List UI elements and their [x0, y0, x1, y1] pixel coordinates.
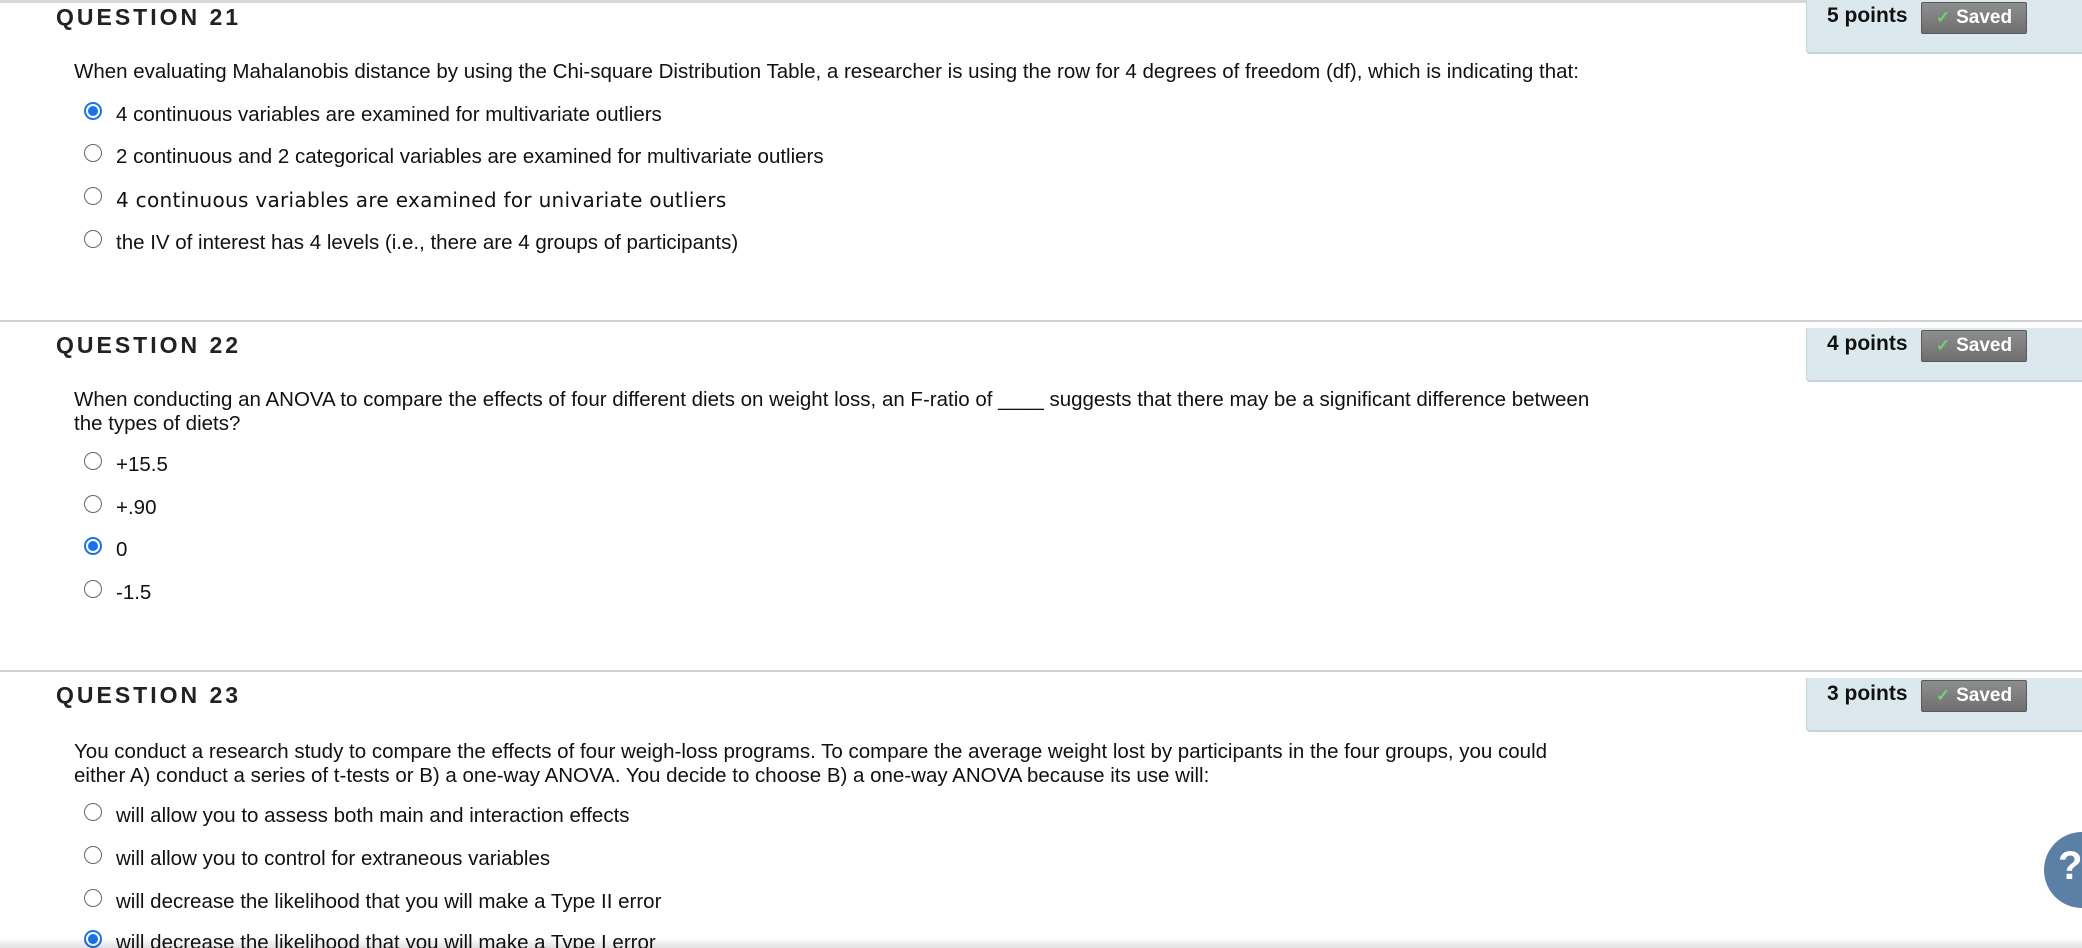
answer-option[interactable]: +.90 [84, 493, 156, 523]
radio-button[interactable] [84, 846, 102, 864]
question-22: QUESTION 22 4 points ✓ Saved When conduc… [0, 320, 2082, 672]
answer-option[interactable]: 4 continuous variables are examined for … [84, 100, 662, 130]
option-label[interactable]: +.90 [116, 496, 156, 520]
check-icon: ✓ [1935, 686, 1951, 705]
question-23: QUESTION 23 3 points ✓ Saved You conduct… [0, 670, 2082, 948]
question-text: When evaluating Mahalanobis distance by … [74, 60, 1579, 83]
radio-button-selected[interactable] [84, 102, 102, 120]
answer-option[interactable]: the IV of interest has 4 levels (i.e., t… [84, 228, 738, 258]
question-title: QUESTION 21 [56, 4, 242, 30]
answer-option[interactable]: 0 [84, 535, 127, 565]
radio-button[interactable] [84, 889, 102, 907]
radio-button[interactable] [84, 803, 102, 821]
radio-button[interactable] [84, 187, 102, 205]
answer-option[interactable]: -1.5 [84, 578, 151, 608]
answer-option[interactable]: 4 continuous variables are examined for … [84, 185, 727, 215]
saved-button[interactable]: ✓ Saved [1921, 330, 2027, 362]
option-label[interactable]: 4 continuous variables are examined for … [116, 188, 727, 212]
question-text: When conducting an ANOVA to compare the … [74, 388, 1634, 436]
option-label[interactable]: will allow you to assess both main and i… [116, 804, 630, 828]
points-label: 5 points [1827, 4, 1908, 27]
saved-button[interactable]: ✓ Saved [1921, 680, 2027, 712]
option-label[interactable]: +15.5 [116, 453, 168, 477]
saved-label: Saved [1956, 7, 2013, 28]
option-label[interactable]: 2 continuous and 2 categorical variables… [116, 145, 824, 169]
answer-option[interactable]: will allow you to control for extraneous… [84, 844, 550, 874]
option-label[interactable]: the IV of interest has 4 levels (i.e., t… [116, 231, 738, 255]
question-title: QUESTION 23 [56, 682, 242, 708]
answer-option[interactable]: will decrease the likelihood that you wi… [84, 887, 661, 917]
radio-button[interactable] [84, 230, 102, 248]
option-label[interactable]: -1.5 [116, 581, 151, 605]
points-label: 3 points [1827, 682, 1908, 705]
radio-button-selected[interactable] [84, 537, 102, 555]
radio-button[interactable] [84, 452, 102, 470]
answer-option[interactable]: +15.5 [84, 450, 168, 480]
option-label[interactable]: will allow you to control for extraneous… [116, 847, 550, 871]
answer-option[interactable]: 2 continuous and 2 categorical variables… [84, 142, 824, 172]
option-label[interactable]: 0 [116, 538, 127, 562]
points-panel: 4 points ✓ Saved [1806, 328, 2082, 382]
question-text: You conduct a research study to compare … [74, 740, 1634, 788]
points-panel: 5 points ✓ Saved [1806, 0, 2082, 54]
question-title: QUESTION 22 [56, 332, 242, 358]
radio-button[interactable] [84, 580, 102, 598]
question-text-line: When conducting an ANOVA to compare the … [74, 388, 1590, 411]
radio-button[interactable] [84, 495, 102, 513]
question-mark-icon: ? [2058, 844, 2082, 888]
bottom-shadow [0, 938, 2082, 948]
option-label[interactable]: 4 continuous variables are examined for … [116, 103, 662, 127]
points-label: 4 points [1827, 332, 1908, 355]
quiz-page: QUESTION 21 5 points ✓ Saved When evalua… [0, 0, 2082, 948]
answer-option[interactable]: will allow you to assess both main and i… [84, 801, 630, 831]
saved-button[interactable]: ✓ Saved [1921, 2, 2027, 34]
option-label[interactable]: will decrease the likelihood that you wi… [116, 890, 661, 914]
saved-label: Saved [1956, 335, 2013, 356]
question-21: QUESTION 21 5 points ✓ Saved When evalua… [0, 0, 2082, 320]
question-text-line: either A) conduct a series of t-tests or… [74, 764, 1210, 787]
question-text-line: You conduct a research study to compare … [74, 740, 1548, 763]
radio-button[interactable] [84, 144, 102, 162]
check-icon: ✓ [1935, 336, 1951, 355]
check-icon: ✓ [1935, 8, 1951, 27]
saved-label: Saved [1956, 685, 2013, 706]
question-text-line: the types of diets? [74, 412, 241, 435]
points-panel: 3 points ✓ Saved [1806, 678, 2082, 732]
